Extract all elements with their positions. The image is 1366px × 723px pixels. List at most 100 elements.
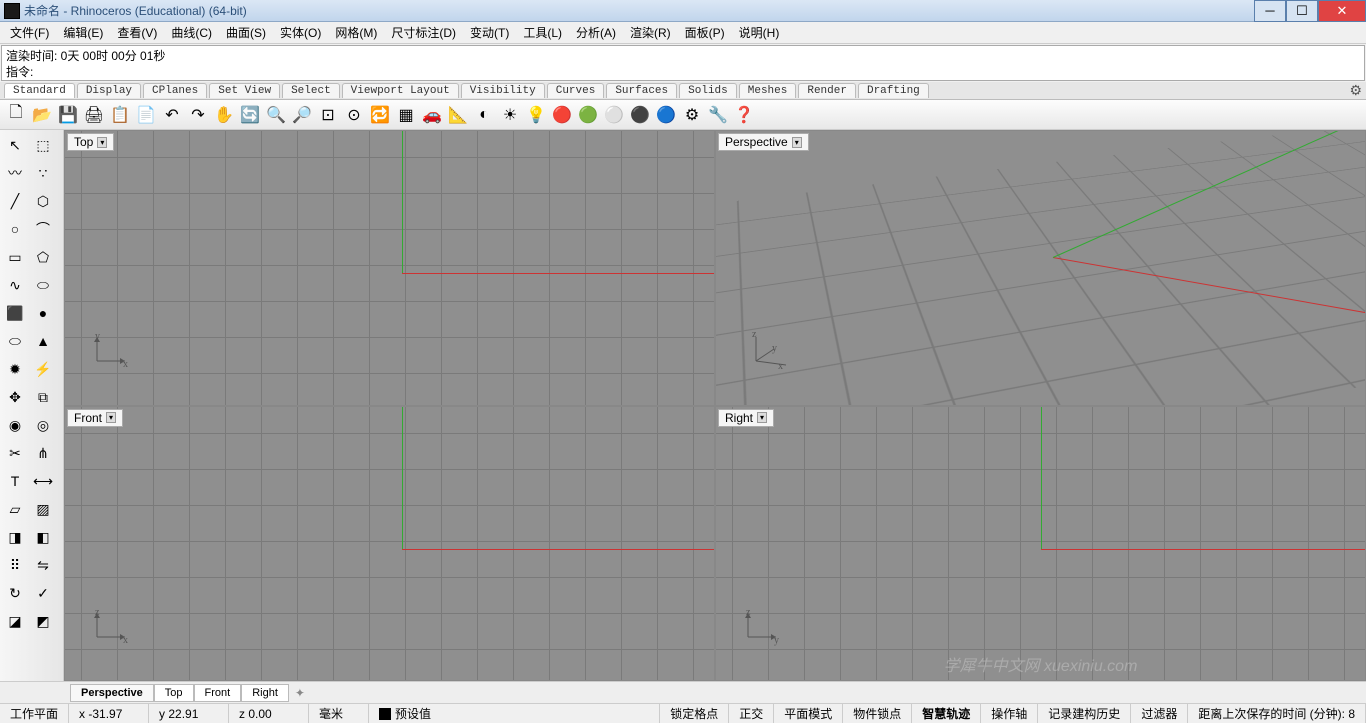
sphere-blue-icon[interactable]: 🔵 [654, 103, 678, 127]
menu-编辑(E)[interactable]: 编辑(E) [57, 22, 109, 43]
viewport-perspective[interactable]: Perspective▾ z y x [716, 131, 1365, 405]
material-icon[interactable]: 🟢 [576, 103, 600, 127]
shade-icon[interactable]: ◐ [472, 103, 496, 127]
tab-set-view[interactable]: Set View [209, 83, 280, 98]
ellipse-icon[interactable]: ⬭ [30, 272, 56, 298]
sphere-gray-icon[interactable]: ⚪ [602, 103, 626, 127]
curve-icon[interactable]: ∿ [2, 272, 28, 298]
status-ortho[interactable]: 正交 [729, 704, 774, 723]
surface-icon[interactable]: ▱ [2, 496, 28, 522]
view-tab-right[interactable]: Right [241, 684, 289, 702]
menu-分析(A)[interactable]: 分析(A) [570, 22, 622, 43]
tab-cplanes[interactable]: CPlanes [143, 83, 207, 98]
hide-icon[interactable]: 💡 [524, 103, 548, 127]
new-icon[interactable]: 🗋 [4, 103, 28, 127]
menu-面板(P)[interactable]: 面板(P) [679, 22, 731, 43]
copy-obj-icon[interactable]: ⧉ [30, 384, 56, 410]
mirror-icon[interactable]: ⇋ [30, 552, 56, 578]
tab-surfaces[interactable]: Surfaces [606, 83, 677, 98]
tab-drafting[interactable]: Drafting [858, 83, 929, 98]
menu-工具(L)[interactable]: 工具(L) [517, 22, 568, 43]
print-icon[interactable]: 🖨 [82, 103, 106, 127]
zoom-ext-icon[interactable]: ⊡ [316, 103, 340, 127]
undo-icon[interactable]: ↶ [160, 103, 184, 127]
menu-说明(H)[interactable]: 说明(H) [733, 22, 786, 43]
tab-standard[interactable]: Standard [4, 83, 75, 98]
paste-icon[interactable]: 📄 [134, 103, 158, 127]
tab-display[interactable]: Display [77, 83, 141, 98]
points-icon[interactable]: ∵ [30, 160, 56, 186]
viewport-right[interactable]: Right▾ z y 学犀牛中文网 xuexiniu.com [716, 407, 1365, 681]
pointer-icon[interactable]: ↖ [2, 132, 28, 158]
cone-icon[interactable]: ▲ [30, 328, 56, 354]
render-icon[interactable]: 🔴 [550, 103, 574, 127]
trim-icon[interactable]: ✂ [2, 440, 28, 466]
sphere-icon[interactable]: ● [30, 300, 56, 326]
loft-icon[interactable]: ◧ [30, 524, 56, 550]
text-icon[interactable]: T [2, 468, 28, 494]
rotate-obj-icon[interactable]: ↻ [2, 580, 28, 606]
tab-viewport-layout[interactable]: Viewport Layout [342, 83, 459, 98]
layers-icon[interactable]: ☀ [498, 103, 522, 127]
status-units[interactable]: 毫米 [309, 704, 369, 723]
scale-icon[interactable]: ✓ [30, 580, 56, 606]
viewport-label-top[interactable]: Top▾ [67, 133, 114, 151]
tab-curves[interactable]: Curves [547, 83, 605, 98]
status-planar[interactable]: 平面模式 [774, 704, 843, 723]
sphere-chrome-icon[interactable]: ⚫ [628, 103, 652, 127]
view-tab-top[interactable]: Top [154, 684, 194, 702]
save-icon[interactable]: 💾 [56, 103, 80, 127]
tab-meshes[interactable]: Meshes [739, 83, 797, 98]
circle-icon[interactable]: ○ [2, 216, 28, 242]
boolean-icon[interactable]: ◉ [2, 412, 28, 438]
menu-尺寸标注(D)[interactable]: 尺寸标注(D) [385, 22, 462, 43]
maximize-button[interactable]: ☐ [1286, 0, 1318, 22]
zoom-win-icon[interactable]: 🔎 [290, 103, 314, 127]
options-icon[interactable]: ⚙ [680, 103, 704, 127]
menu-网格(M)[interactable]: 网格(M) [329, 22, 383, 43]
car-icon[interactable]: 🚗 [420, 103, 444, 127]
mesh-icon[interactable]: ▨ [30, 496, 56, 522]
rect-icon[interactable]: ▭ [2, 244, 28, 270]
redo-icon[interactable]: ↷ [186, 103, 210, 127]
split-icon[interactable]: ⋔ [30, 440, 56, 466]
line-icon[interactable]: ╱ [2, 188, 28, 214]
explode-icon[interactable]: ✹ [2, 356, 28, 382]
viewport-top[interactable]: Top▾ x y [65, 131, 714, 405]
ungroup-icon[interactable]: ◩ [30, 608, 56, 634]
rotate-icon[interactable]: 🔄 [238, 103, 262, 127]
group-icon[interactable]: ◪ [2, 608, 28, 634]
status-history[interactable]: 记录建构历史 [1038, 704, 1131, 723]
tab-visibility[interactable]: Visibility [461, 83, 545, 98]
tab-solids[interactable]: Solids [679, 83, 737, 98]
extrude-icon[interactable]: ◨ [2, 524, 28, 550]
dropdown-icon[interactable]: ▾ [106, 412, 116, 423]
arc-icon[interactable]: ⌒ [30, 216, 56, 242]
join-icon[interactable]: ⚡ [30, 356, 56, 382]
move-icon[interactable]: ✥ [2, 384, 28, 410]
toolbar-settings-icon[interactable]: ⚙ [1349, 82, 1362, 99]
menu-文件(F)[interactable]: 文件(F) [4, 22, 55, 43]
status-filter[interactable]: 过滤器 [1131, 704, 1188, 723]
menu-查看(V)[interactable]: 查看(V) [111, 22, 163, 43]
lasso-icon[interactable]: ⬚ [30, 132, 56, 158]
point-icon[interactable]: 〰 [2, 160, 28, 186]
boolean2-icon[interactable]: ◎ [30, 412, 56, 438]
menu-曲线(C)[interactable]: 曲线(C) [165, 22, 218, 43]
dropdown-icon[interactable]: ▾ [792, 137, 802, 148]
array-icon[interactable]: ⠿ [2, 552, 28, 578]
minimize-button[interactable]: ─ [1254, 0, 1286, 22]
cylinder-icon[interactable]: ⬭ [2, 328, 28, 354]
named-view-icon[interactable]: 🔁 [368, 103, 392, 127]
dropdown-icon[interactable]: ▾ [757, 412, 767, 423]
cplane-icon[interactable]: ▦ [394, 103, 418, 127]
menu-曲面(S)[interactable]: 曲面(S) [220, 22, 272, 43]
dim-icon[interactable]: 📐 [446, 103, 470, 127]
zoom-dyn-icon[interactable]: 🔍 [264, 103, 288, 127]
viewport-front[interactable]: Front▾ z x [65, 407, 714, 681]
pan-icon[interactable]: ✋ [212, 103, 236, 127]
dropdown-icon[interactable]: ▾ [97, 137, 107, 148]
viewport-label-perspective[interactable]: Perspective▾ [718, 133, 809, 151]
properties-icon[interactable]: 🔧 [706, 103, 730, 127]
view-tab-front[interactable]: Front [194, 684, 242, 702]
